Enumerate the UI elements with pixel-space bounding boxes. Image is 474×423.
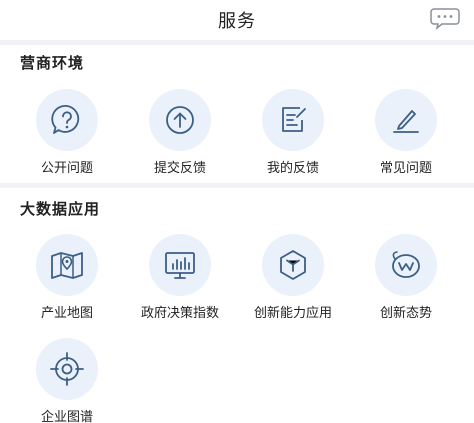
cube-icon: [280, 250, 306, 280]
tile-innovation-trend[interactable]: 创新态势: [347, 234, 465, 334]
tile-label: 提交反馈: [153, 161, 206, 176]
tile-label: 企业图谱: [40, 410, 93, 423]
upload-arrow-icon: [166, 106, 194, 134]
tile-icon-circle: [149, 234, 211, 296]
chat-button[interactable]: [430, 6, 460, 30]
tile-label: 常见问题: [379, 161, 432, 176]
tile-gov-decision-index[interactable]: 政府决策指数: [121, 234, 239, 334]
tile-my-feedback[interactable]: 我的反馈: [234, 89, 352, 189]
divider: [0, 183, 474, 188]
tile-label: 我的反馈: [266, 161, 319, 176]
section-title-business-env: 营商环境: [20, 54, 85, 72]
tile-icon-circle: [36, 89, 98, 151]
chat-bubble-icon: [430, 8, 460, 30]
question-icon: [51, 105, 80, 134]
tile-icon-circle: [262, 89, 324, 151]
pen-icon: [393, 110, 419, 133]
tile-label: 创新态势: [379, 306, 432, 321]
page-title: 服务: [218, 11, 256, 32]
tile-faq[interactable]: 常见问题: [347, 89, 465, 189]
tile-icon-circle: [262, 234, 324, 296]
tile-innovation-capability[interactable]: 创新能力应用: [234, 234, 352, 334]
divider: [0, 40, 474, 45]
map-pin-icon: [51, 252, 83, 279]
tile-icon-circle: [36, 338, 98, 400]
trend-icon: [392, 251, 420, 278]
tile-label: 产业地图: [40, 306, 93, 321]
tile-label: 政府决策指数: [140, 306, 219, 321]
tile-icon-circle: [375, 89, 437, 151]
tile-submit-feedback[interactable]: 提交反馈: [121, 89, 239, 189]
target-icon: [50, 352, 84, 386]
tile-icon-circle: [36, 234, 98, 296]
tile-label: 创新能力应用: [253, 306, 332, 321]
tile-label: 公开问题: [40, 161, 93, 176]
tile-public-questions[interactable]: 公开问题: [8, 89, 126, 189]
monitor-chart-icon: [165, 252, 195, 279]
app-header: 服务: [0, 0, 474, 40]
tile-icon-circle: [149, 89, 211, 151]
tile-enterprise-graph[interactable]: 企业图谱: [8, 338, 126, 423]
edit-note-icon: [282, 107, 306, 132]
tile-icon-circle: [375, 234, 437, 296]
section-title-big-data: 大数据应用: [20, 200, 101, 218]
tile-industry-map[interactable]: 产业地图: [8, 234, 126, 334]
